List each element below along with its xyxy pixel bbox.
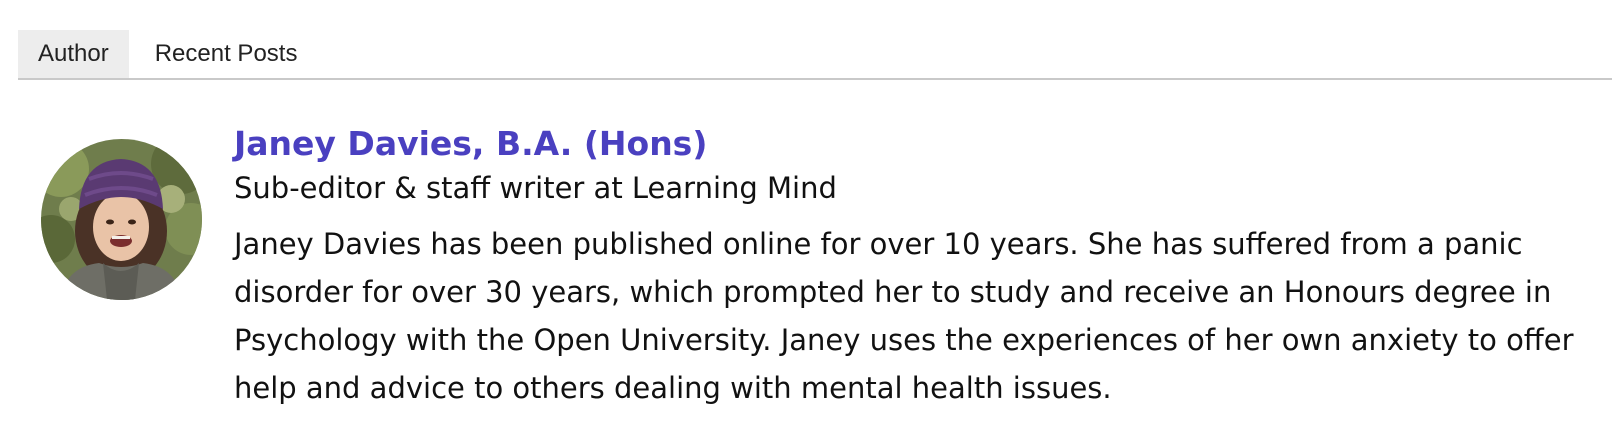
author-name-link[interactable]: Janey Davies, B.A. (Hons) <box>234 118 1594 170</box>
author-bio: Janey Davies has been published online f… <box>234 227 1574 405</box>
author-avatar[interactable] <box>41 139 202 300</box>
tab-recent-posts[interactable]: Recent Posts <box>135 30 318 78</box>
author-box-tabs: Author Recent Posts <box>18 30 1612 80</box>
author-details: Janey Davies, B.A. (Hons) Sub-editor & s… <box>234 118 1594 412</box>
tab-author[interactable]: Author <box>18 30 129 78</box>
author-role: Sub-editor & staff writer at Learning Mi… <box>234 171 837 205</box>
